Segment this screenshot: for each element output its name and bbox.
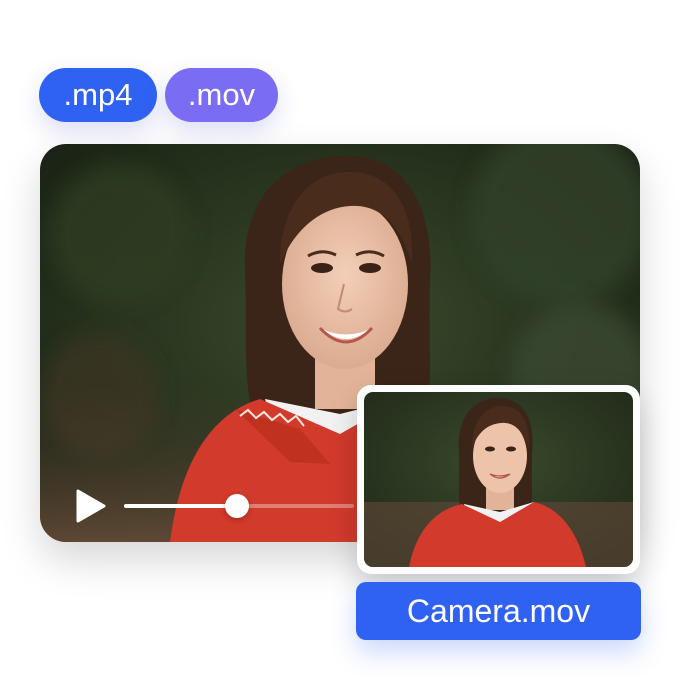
- camera-preview[interactable]: [357, 385, 640, 574]
- seek-bar-handle[interactable]: [224, 494, 249, 518]
- play-icon[interactable]: [72, 488, 108, 524]
- camera-preview-image: [364, 392, 633, 567]
- seek-bar[interactable]: [124, 494, 354, 518]
- media-format-illustration: .mp4 .mov Camera.mov: [0, 0, 680, 680]
- seek-bar-progress: [124, 504, 237, 508]
- camera-filename-label: Camera.mov: [356, 582, 641, 640]
- mp4-format-badge[interactable]: .mp4: [39, 68, 157, 122]
- mov-format-badge[interactable]: .mov: [165, 68, 278, 122]
- camera-preview-frame: [364, 392, 633, 567]
